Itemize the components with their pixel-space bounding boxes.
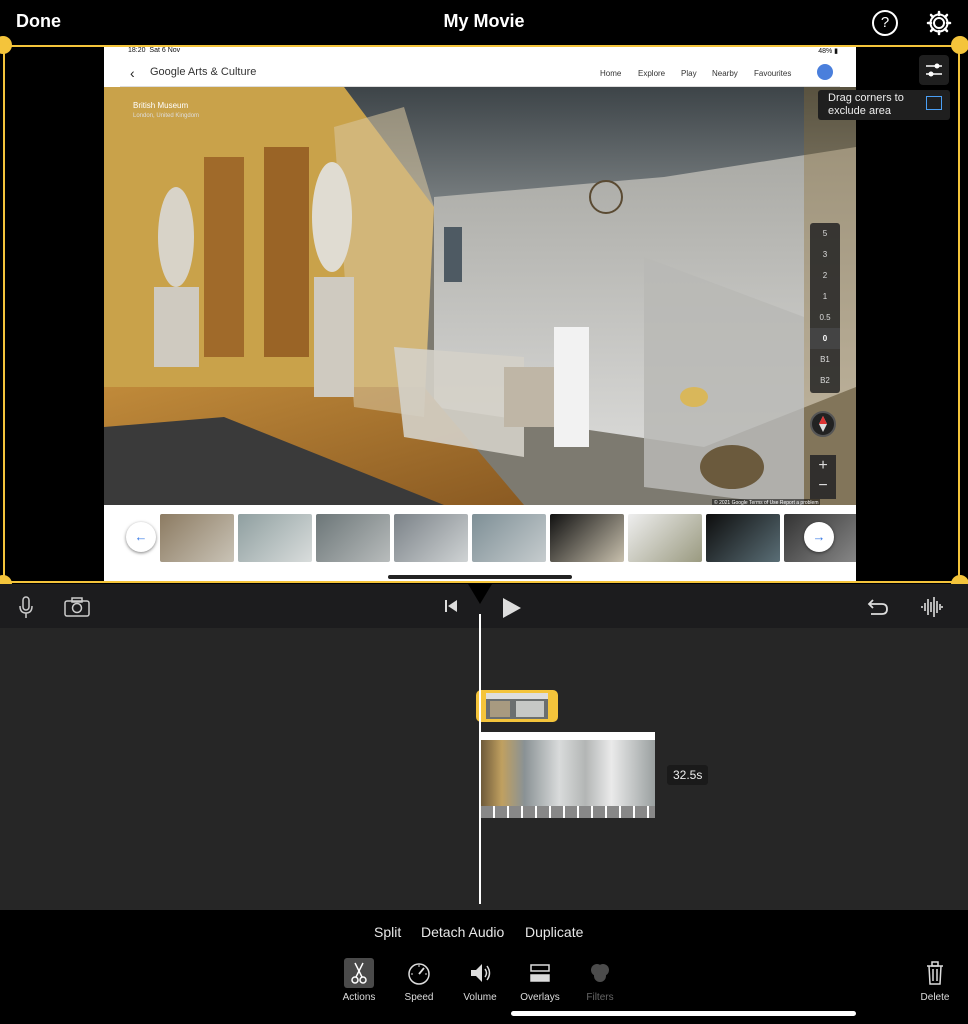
actions-tool-button[interactable]: Actions xyxy=(329,958,389,1003)
overlay-clip-selected[interactable] xyxy=(476,690,558,722)
speed-tool-label: Speed xyxy=(404,992,434,1003)
scissors-icon xyxy=(344,958,374,988)
split-button[interactable]: Split xyxy=(374,924,401,940)
delete-button[interactable]: Delete xyxy=(905,958,965,1003)
detach-audio-button[interactable]: Detach Audio xyxy=(421,924,504,940)
home-indicator xyxy=(511,1011,856,1016)
skip-to-start-icon[interactable] xyxy=(443,598,459,614)
overlays-icon xyxy=(530,964,550,982)
speaker-icon xyxy=(471,964,491,982)
filters-tool-button[interactable]: Filters xyxy=(570,958,630,1003)
top-bar: Done My Movie ? xyxy=(0,0,968,44)
help-icon[interactable]: ? xyxy=(872,10,898,36)
speed-tool-button[interactable]: Speed xyxy=(389,958,449,1003)
clip-duration-badge: 32.5s xyxy=(667,765,709,785)
overlay-clip-thumbnail xyxy=(486,693,548,719)
trash-icon xyxy=(927,961,943,985)
overlays-tool-button[interactable]: Overlays xyxy=(510,958,570,1003)
adjustments-icon[interactable] xyxy=(919,55,949,85)
done-button[interactable]: Done xyxy=(16,11,61,32)
volume-tool-label: Volume xyxy=(463,992,497,1003)
gauge-icon xyxy=(408,963,430,985)
crop-handle-top-right[interactable] xyxy=(951,36,968,54)
main-video-clip[interactable] xyxy=(481,732,655,818)
audio-waveform-icon[interactable] xyxy=(920,596,944,618)
imovie-editor: Done My Movie ? 18:20 Sat 6 Nov 48% ▮ ‹ … xyxy=(0,0,968,1024)
crop-hint-text: Drag corners to exclude area xyxy=(828,92,904,117)
microphone-icon[interactable] xyxy=(17,596,35,620)
filters-icon xyxy=(591,964,609,982)
undo-icon[interactable] xyxy=(866,596,890,618)
play-icon[interactable] xyxy=(500,597,522,619)
project-title-text: My Movie xyxy=(443,11,525,31)
delete-label: Delete xyxy=(920,992,950,1003)
volume-tool-button[interactable]: Volume xyxy=(450,958,510,1003)
playhead-line xyxy=(479,614,481,904)
crop-area-icon xyxy=(926,96,942,110)
gear-icon[interactable] xyxy=(926,10,952,36)
crop-selection-border xyxy=(3,45,960,583)
actions-tool-label: Actions xyxy=(342,992,376,1003)
duplicate-button[interactable]: Duplicate xyxy=(525,924,583,940)
filters-tool-label: Filters xyxy=(586,992,614,1003)
playhead-marker xyxy=(468,584,492,604)
camera-icon[interactable] xyxy=(63,596,91,618)
project-title: My Movie xyxy=(0,11,968,32)
overlays-tool-label: Overlays xyxy=(520,992,560,1003)
